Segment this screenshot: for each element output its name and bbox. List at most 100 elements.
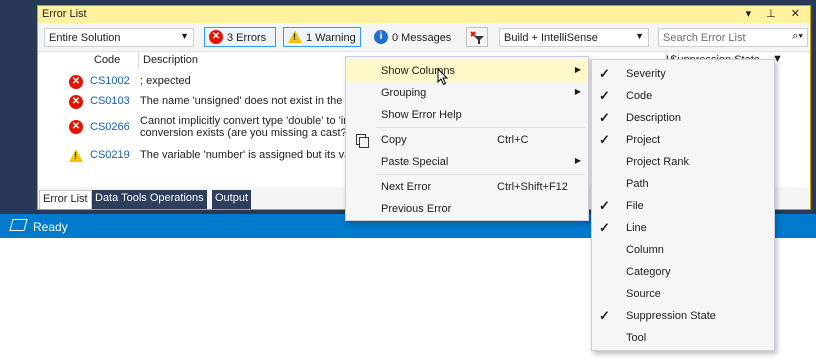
panel-title: Error List — [42, 8, 87, 20]
error-icon: ✕ — [209, 30, 223, 44]
error-code[interactable]: CS0266 — [90, 121, 130, 133]
column-toggle-label: Code — [626, 90, 653, 102]
checkmark-icon: ✓ — [599, 198, 610, 213]
column-toggle-label: Column — [626, 244, 664, 256]
menu-separator — [376, 127, 585, 128]
status-text: Ready — [33, 220, 68, 234]
column-toggle-project[interactable]: ✓ Project — [592, 129, 774, 151]
warning-icon — [69, 149, 83, 165]
show-columns-submenu: ✓ Severity ✓ Code ✓ Description ✓ Projec… — [591, 59, 775, 351]
column-toggle-line[interactable]: ✓ Line — [592, 217, 774, 239]
errors-filter-button[interactable]: ✕ 3 Errors — [204, 27, 276, 47]
error-icon: ✕ — [69, 95, 83, 109]
menu-item-label: Paste Special — [381, 156, 449, 168]
error-code[interactable]: CS0219 — [90, 149, 130, 161]
submenu-arrow-icon: ▶ — [574, 156, 581, 165]
menu-item-previous-error[interactable]: Previous Error — [346, 198, 588, 220]
submenu-arrow-icon: ▶ — [574, 65, 581, 74]
error-icon: ✕ — [69, 75, 83, 89]
column-toggle-label: Path — [626, 178, 649, 190]
error-icon: ✕ — [69, 120, 83, 134]
column-toggle-project-rank[interactable]: Project Rank — [592, 151, 774, 173]
column-toggle-label: Tool — [626, 332, 647, 344]
build-source-value: Build + IntelliSense — [504, 32, 598, 44]
column-divider — [138, 52, 139, 69]
column-toggle-code[interactable]: ✓ Code — [592, 85, 774, 107]
column-toggle-suppression-state[interactable]: ✓ Suppression State — [592, 305, 774, 327]
menu-item-paste-special[interactable]: Paste Special ▶ — [346, 151, 588, 173]
column-toggle-description[interactable]: ✓ Description — [592, 107, 774, 129]
column-toggle-label: Category — [626, 266, 671, 278]
tab-data-tools-operations[interactable]: Data Tools Operations — [92, 190, 207, 209]
menu-item-shortcut: Ctrl+C — [497, 134, 529, 146]
column-toggle-path[interactable]: Path — [592, 173, 774, 195]
scope-value: Entire Solution — [49, 32, 121, 44]
column-toggle-tool[interactable]: Tool — [592, 327, 774, 349]
menu-item-label: Copy — [381, 134, 407, 146]
column-toggle-severity[interactable]: ✓ Severity — [592, 63, 774, 85]
info-icon: i — [374, 30, 388, 44]
build-source-dropdown[interactable]: Build + IntelliSense ▼ — [499, 28, 649, 47]
menu-item-label: Grouping — [381, 87, 427, 99]
menu-item-copy[interactable]: Copy Ctrl+C — [346, 129, 588, 151]
column-toggle-label: Line — [626, 222, 647, 234]
error-description-line2: conversion exists (are you missing a cas… — [140, 127, 351, 139]
warning-icon — [288, 30, 302, 46]
copy-icon — [356, 134, 369, 148]
checkmark-icon: ✓ — [599, 88, 610, 103]
checkmark-icon: ✓ — [599, 110, 610, 125]
filter-icon — [470, 31, 484, 44]
column-toggle-category[interactable]: Category — [592, 261, 774, 283]
errors-filter-label: 3 Errors — [227, 32, 267, 44]
error-description: Cannot implicitly convert type 'double' … — [140, 115, 350, 127]
menu-item-label: Next Error — [381, 181, 432, 193]
tab-error-list[interactable]: Error List — [39, 190, 92, 209]
menu-separator — [376, 174, 585, 175]
error-code[interactable]: CS1002 — [90, 75, 130, 87]
context-menu: Show Columns ▶ Grouping ▶ Show Error Hel… — [345, 56, 589, 221]
column-toggle-column[interactable]: Column — [592, 239, 774, 261]
checkmark-icon: ✓ — [599, 308, 610, 323]
column-toggle-label: Description — [626, 112, 682, 124]
warnings-filter-label: 1 Warning — [306, 32, 356, 44]
scope-dropdown[interactable]: Entire Solution ▼ — [44, 28, 194, 47]
mouse-pointer-icon — [437, 68, 449, 86]
menu-item-label: Previous Error — [381, 203, 452, 215]
column-toggle-label: Source — [626, 288, 661, 300]
error-description: The variable 'number' is assigned but it… — [140, 149, 351, 161]
submenu-arrow-icon: ▶ — [574, 87, 581, 96]
checkmark-icon: ✓ — [599, 220, 610, 235]
error-description: ; expected — [140, 75, 191, 87]
column-toggle-label: Project Rank — [626, 156, 689, 168]
chevron-down-icon: ▼ — [635, 31, 644, 41]
error-description: The name 'unsigned' does not exist in th… — [140, 95, 351, 107]
error-list-toolbar: Entire Solution ▼ ✕ 3 Errors 1 Warning i… — [38, 24, 810, 50]
search-input[interactable]: Search Error List ⌕▾ — [658, 28, 808, 47]
column-header-description[interactable]: Description — [143, 54, 198, 66]
menu-item-grouping[interactable]: Grouping ▶ — [346, 82, 588, 104]
checkmark-icon: ✓ — [599, 66, 610, 81]
column-toggle-label: Severity — [626, 68, 666, 80]
menu-item-next-error[interactable]: Next Error Ctrl+Shift+F12 — [346, 176, 588, 198]
chevron-down-icon: ▼ — [180, 31, 189, 41]
menu-item-show-error-help[interactable]: Show Error Help — [346, 104, 588, 126]
error-code[interactable]: CS0103 — [90, 95, 130, 107]
column-toggle-label: Suppression State — [626, 310, 716, 322]
tab-output[interactable]: Output — [212, 190, 252, 209]
messages-filter-button[interactable]: i 0 Messages — [369, 27, 457, 47]
warnings-filter-button[interactable]: 1 Warning — [283, 27, 361, 47]
column-toggle-label: Project — [626, 134, 661, 146]
column-header-code[interactable]: Code — [94, 54, 120, 66]
search-placeholder: Search Error List — [663, 32, 746, 44]
panel-window-buttons[interactable]: ▾ ⊥ ✕ — [746, 7, 806, 20]
messages-filter-label: 0 Messages — [392, 32, 452, 44]
menu-item-label: Show Error Help — [381, 109, 462, 121]
panel-title-bar: Error List ▾ ⊥ ✕ — [38, 6, 810, 23]
menu-item-show-columns[interactable]: Show Columns ▶ — [346, 60, 588, 82]
column-toggle-label: File — [626, 200, 644, 212]
column-toggle-file[interactable]: ✓ File — [592, 195, 774, 217]
checkmark-icon: ✓ — [599, 132, 610, 147]
column-toggle-source[interactable]: Source — [592, 283, 774, 305]
search-icon: ⌕▾ — [792, 30, 803, 42]
filter-toggle-button[interactable] — [466, 27, 488, 47]
